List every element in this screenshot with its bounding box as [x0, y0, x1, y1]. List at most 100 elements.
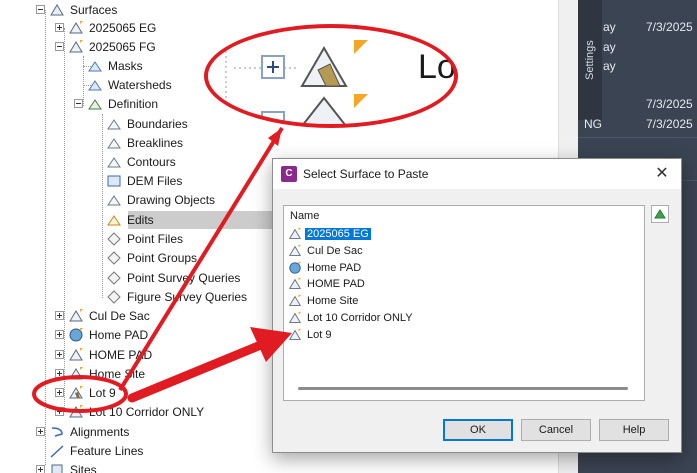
collapse-toggle[interactable] — [74, 99, 83, 108]
def-icon — [107, 194, 121, 205]
tree-label: Lot 9 — [89, 385, 116, 400]
pts-icon — [107, 250, 121, 265]
panel-divider — [578, 137, 697, 138]
tree-label: Breaklines — [127, 135, 184, 150]
column-header-name[interactable]: Name — [290, 210, 319, 222]
surface-list-item[interactable]: Home PAD — [288, 260, 363, 276]
tree-label: Masks — [108, 58, 143, 73]
tree-node[interactable]: Watersheds — [74, 75, 172, 94]
tree-node[interactable]: Figure Survey Queries — [93, 287, 247, 306]
pad-icon — [69, 327, 83, 341]
surface-list-item[interactable]: Home Site — [288, 293, 360, 309]
expand-toggle[interactable] — [36, 427, 45, 436]
surface-icon — [69, 39, 83, 52]
tree-label: Alignments — [70, 424, 130, 439]
feat-icon — [50, 444, 64, 458]
tree-node[interactable]: Sites — [36, 460, 97, 473]
tree-label: HOME PAD — [89, 347, 153, 362]
definition-icon — [88, 98, 102, 109]
tree-node[interactable]: Home Site — [55, 364, 145, 383]
tree-node[interactable]: Masks — [74, 56, 143, 75]
collapse-toggle — [93, 157, 102, 166]
panel-cell: 7/3/2025 — [646, 20, 693, 34]
panel-cell: NG — [584, 117, 602, 131]
pts-icon — [107, 289, 121, 304]
tree-label: Point Files — [127, 231, 184, 246]
panel-cell: ay — [603, 20, 616, 34]
expand-toggle[interactable] — [36, 465, 45, 473]
horizontal-scrollbar[interactable] — [298, 387, 628, 390]
surface-collection-icon — [50, 3, 64, 15]
cancel-button[interactable]: Cancel — [521, 419, 591, 441]
tree-label: Watersheds — [108, 77, 172, 92]
panel-cell: ay — [603, 59, 616, 73]
expand-toggle[interactable] — [55, 369, 64, 378]
surface-icon — [69, 366, 83, 379]
tree-node[interactable]: Breaklines — [93, 133, 183, 152]
collapse-toggle[interactable] — [55, 42, 64, 51]
surface-list-label: HOME PAD — [307, 278, 365, 291]
ok-button[interactable]: OK — [443, 419, 513, 441]
tree-node[interactable]: Cul De Sac — [55, 306, 150, 325]
tree-node[interactable]: DEM Files — [93, 171, 182, 190]
tree-label: Sites — [70, 462, 97, 473]
tree-label: Home Site — [89, 366, 146, 381]
tree-label: Cul De Sac — [89, 308, 150, 323]
collapse-toggle — [93, 292, 102, 301]
pick-surface-icon[interactable] — [651, 205, 669, 223]
tree-node-surfaces[interactable]: Surfaces — [36, 0, 117, 19]
surface-list-item[interactable]: Lot 10 Corridor ONLY — [288, 310, 415, 326]
dialog-titlebar[interactable]: C Select Surface to Paste ✕ — [273, 159, 681, 189]
surface-list-label: Lot 10 Corridor ONLY — [307, 312, 413, 324]
tree-node[interactable]: Point Survey Queries — [93, 268, 240, 287]
tree-node[interactable]: Home PAD — [55, 325, 148, 344]
tree-node[interactable]: Alignments — [36, 422, 129, 441]
expand-toggle[interactable] — [55, 23, 64, 32]
tree-node[interactable]: Feature Lines — [36, 441, 143, 460]
tree-node[interactable]: Point Groups — [93, 248, 197, 267]
tree-label: Home PAD — [89, 327, 149, 342]
tree-node[interactable]: Boundaries — [93, 114, 188, 133]
collapse-toggle — [93, 119, 102, 128]
collapse-toggle — [74, 61, 83, 70]
surface-icon — [69, 20, 83, 33]
tree-label: DEM Files — [127, 173, 183, 188]
tree-node[interactable]: 2025065 EG — [55, 18, 156, 37]
tree-node[interactable]: Lot 9 — [55, 383, 116, 402]
tree-node[interactable]: Definition — [74, 94, 158, 113]
surface-list-item[interactable]: Lot 9 — [288, 327, 333, 343]
collapse-toggle — [74, 80, 83, 89]
civil3d-app-icon: C — [281, 166, 297, 182]
select-surface-dialog: C Select Surface to Paste ✕ Name 2025065… — [272, 158, 682, 453]
edit-icon — [107, 214, 121, 225]
surface-list-item[interactable]: Cul De Sac — [288, 243, 365, 259]
surface-icon — [69, 404, 83, 417]
collapse-toggle[interactable] — [36, 5, 45, 14]
tree-node[interactable]: Point Files — [93, 229, 183, 248]
mask-icon — [88, 60, 102, 71]
surface-list-label: 2025065 EG — [305, 228, 371, 240]
expand-toggle[interactable] — [55, 350, 64, 359]
tree-node[interactable]: Contours — [93, 152, 176, 171]
tree-node[interactable]: HOME PAD — [55, 345, 152, 364]
help-button[interactable]: Help — [599, 419, 669, 441]
tree-node[interactable]: Edits — [93, 210, 154, 229]
collapse-toggle — [93, 215, 102, 224]
dem-icon — [107, 175, 121, 186]
settings-tab[interactable]: Settings — [584, 30, 600, 90]
surface-list-item[interactable]: 2025065 EG — [288, 226, 371, 242]
expand-toggle[interactable] — [55, 311, 64, 320]
close-icon[interactable]: ✕ — [651, 163, 673, 185]
surface-list-label: Home Site — [307, 295, 359, 308]
tree-node[interactable]: Drawing Objects — [93, 190, 215, 209]
expand-toggle[interactable] — [55, 407, 64, 416]
tree-node[interactable]: Lot 10 Corridor ONLY — [55, 402, 204, 421]
expand-toggle[interactable] — [55, 388, 64, 397]
collapse-toggle — [93, 138, 102, 147]
collapse-toggle — [93, 273, 102, 282]
expand-toggle[interactable] — [55, 330, 64, 339]
surface-listbox[interactable]: Name 2025065 EG Cul De Sac Home PAD HOME PA… — [283, 205, 645, 401]
panel-cell: ay — [603, 40, 616, 54]
surface-list-item[interactable]: HOME PAD — [288, 276, 367, 292]
tree-node[interactable]: 2025065 FG — [55, 37, 156, 56]
